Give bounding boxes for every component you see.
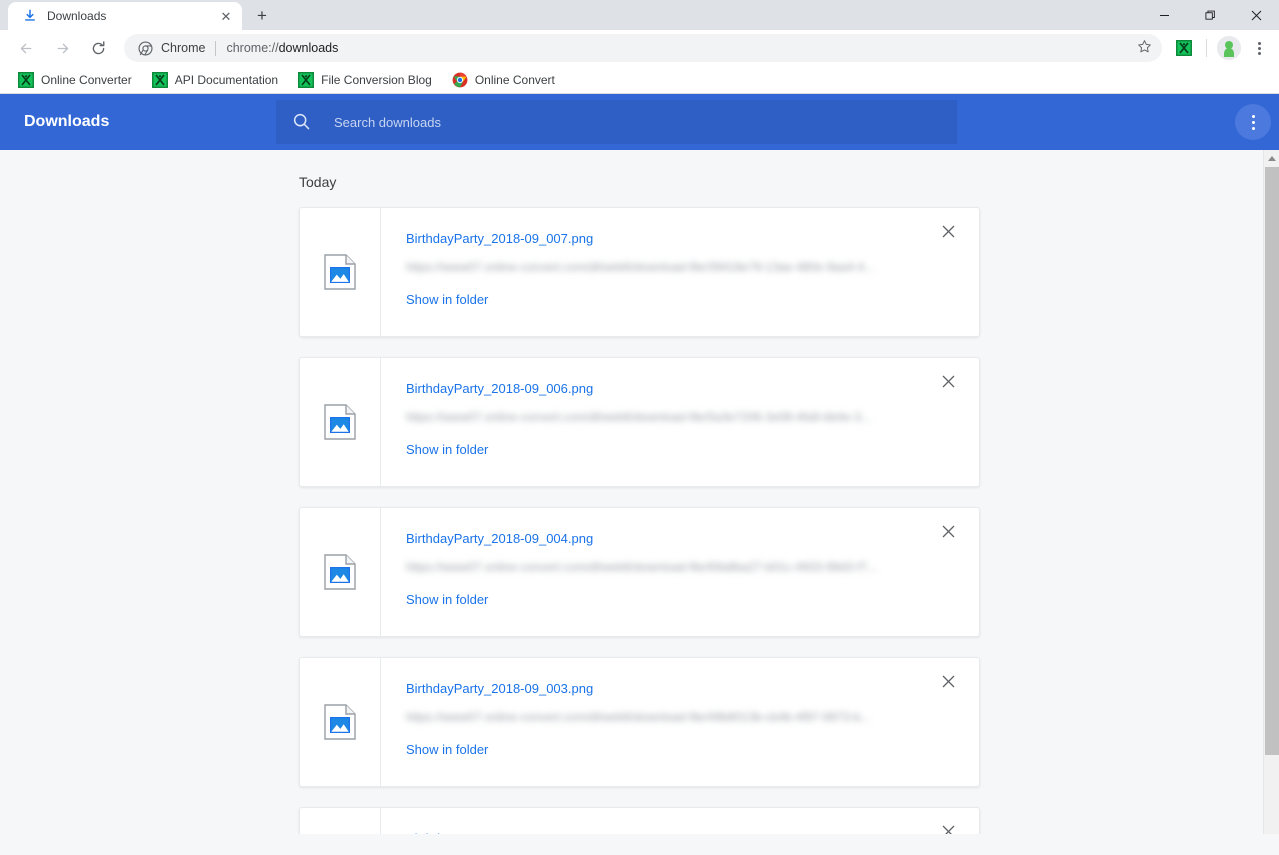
file-name-link[interactable]: BirthdayParty_2018-09_002.png <box>406 831 593 834</box>
bookmark-label: File Conversion Blog <box>321 73 432 87</box>
download-item-body: BirthdayParty_2018-09_006.png https://ww… <box>381 358 979 486</box>
window-close-button[interactable] <box>1233 0 1279 30</box>
show-in-folder-link[interactable]: Show in folder <box>406 742 488 757</box>
download-item-body: BirthdayParty_2018-09_003.png https://ww… <box>381 658 979 786</box>
show-in-folder-link[interactable]: Show in folder <box>406 442 488 457</box>
converter-icon <box>152 72 168 88</box>
file-name-link[interactable]: BirthdayParty_2018-09_006.png <box>406 381 593 396</box>
back-button[interactable] <box>12 34 40 62</box>
bookmark-label: API Documentation <box>175 73 278 87</box>
download-item[interactable]: BirthdayParty_2018-09_006.png https://ww… <box>299 357 980 487</box>
download-item[interactable]: BirthdayParty_2018-09_003.png https://ww… <box>299 657 980 787</box>
remove-download-button[interactable] <box>935 368 961 394</box>
downloads-more-menu-icon[interactable] <box>1235 104 1271 140</box>
download-item-body: BirthdayParty_2018-09_007.png https://ww… <box>381 208 979 336</box>
search-icon <box>292 112 312 132</box>
page-title: Downloads <box>24 113 276 131</box>
tab-title: Downloads <box>47 9 218 23</box>
show-in-folder-link[interactable]: Show in folder <box>406 592 488 607</box>
download-item-body: BirthdayParty_2018-09_004.png https://ww… <box>381 508 979 636</box>
downloads-content: Today BirthdayParty_2018-09_007.png <box>0 150 1279 834</box>
menu-dot <box>1252 127 1255 130</box>
omnibox[interactable]: Chrome chrome://downloads <box>124 34 1162 62</box>
file-source-url: https://www07.online-convert.com/dl/web6… <box>406 560 922 573</box>
menu-dot <box>1252 115 1255 118</box>
converter-extension-icon[interactable] <box>1176 40 1192 56</box>
file-name-link[interactable]: BirthdayParty_2018-09_004.png <box>406 531 593 546</box>
bookmarks-bar: Online Converter API Documentation File … <box>0 66 1279 94</box>
remove-download-button[interactable] <box>935 518 961 544</box>
menu-dot <box>1258 42 1261 45</box>
date-group-label: Today <box>299 174 980 207</box>
bookmark-label: Online Converter <box>41 73 132 87</box>
profile-avatar-icon[interactable] <box>1217 36 1241 60</box>
omnibox-url: chrome://downloads <box>226 41 338 55</box>
window-maximize-button[interactable] <box>1187 0 1233 30</box>
omnibox-divider <box>215 41 216 56</box>
menu-dot <box>1252 121 1255 124</box>
chrome-logo-icon <box>138 41 153 56</box>
download-item-body: BirthdayParty_2018-09_002.png https://ww… <box>381 808 979 834</box>
remove-download-button[interactable] <box>935 668 961 694</box>
file-icon-cell <box>300 658 381 786</box>
omnibox-url-path: downloads <box>279 41 339 55</box>
bookmark-label: Online Convert <box>475 73 555 87</box>
download-item[interactable]: BirthdayParty_2018-09_002.png https://ww… <box>299 807 980 834</box>
omnibox-site-label: Chrome <box>161 41 205 55</box>
bookmark-item-online-converter[interactable]: Online Converter <box>10 69 140 91</box>
scroll-up-arrow-icon[interactable] <box>1264 150 1279 167</box>
downloads-header: Downloads <box>0 94 1279 150</box>
browser-toolbar: Chrome chrome://downloads <box>0 30 1279 66</box>
download-item[interactable]: BirthdayParty_2018-09_004.png https://ww… <box>299 507 980 637</box>
window-controls <box>1141 0 1279 30</box>
tab-close-icon[interactable]: ✕ <box>218 8 234 24</box>
image-file-icon <box>324 704 356 740</box>
file-source-url: https://www07.online-convert.com/dl/web6… <box>406 410 922 423</box>
reload-button[interactable] <box>84 34 112 62</box>
bookmark-item-file-conversion-blog[interactable]: File Conversion Blog <box>290 69 440 91</box>
scrollbar-thumb[interactable] <box>1265 167 1279 755</box>
file-source-url: https://www07.online-convert.com/dl/web6… <box>406 710 922 723</box>
remove-download-button[interactable] <box>935 818 961 834</box>
download-item[interactable]: BirthdayParty_2018-09_007.png https://ww… <box>299 207 980 337</box>
file-icon-cell <box>300 358 381 486</box>
search-bar[interactable] <box>276 100 957 144</box>
image-file-icon <box>324 554 356 590</box>
chrome-menu-icon[interactable] <box>1247 34 1271 62</box>
menu-dot <box>1258 47 1261 50</box>
omnibox-url-scheme: chrome:// <box>226 41 278 55</box>
converter-icon <box>298 72 314 88</box>
converter-icon <box>18 72 34 88</box>
new-tab-button[interactable]: + <box>248 2 276 30</box>
search-input[interactable] <box>334 115 957 130</box>
remove-download-button[interactable] <box>935 218 961 244</box>
browser-tab-downloads[interactable]: Downloads ✕ <box>8 2 242 30</box>
bookmark-star-icon[interactable] <box>1137 39 1152 57</box>
file-source-url: https://www07.online-convert.com/dl/web6… <box>406 260 922 273</box>
image-file-icon <box>324 404 356 440</box>
forward-button[interactable] <box>48 34 76 62</box>
bookmark-item-online-convert[interactable]: Online Convert <box>444 69 563 91</box>
download-arrow-icon <box>22 8 38 24</box>
image-file-icon <box>324 254 356 290</box>
file-name-link[interactable]: BirthdayParty_2018-09_007.png <box>406 231 593 246</box>
chrome-logo-icon <box>452 72 468 88</box>
tab-strip: Downloads ✕ + <box>0 0 1279 30</box>
toolbar-divider <box>1206 39 1207 57</box>
downloads-list: Today BirthdayParty_2018-09_007.png <box>0 150 1279 834</box>
window-minimize-button[interactable] <box>1141 0 1187 30</box>
file-icon-cell <box>300 508 381 636</box>
menu-dot <box>1258 52 1261 55</box>
show-in-folder-link[interactable]: Show in folder <box>406 292 488 307</box>
bookmark-item-api-documentation[interactable]: API Documentation <box>144 69 286 91</box>
file-icon-cell <box>300 808 381 834</box>
file-name-link[interactable]: BirthdayParty_2018-09_003.png <box>406 681 593 696</box>
vertical-scrollbar[interactable] <box>1263 150 1279 834</box>
file-icon-cell <box>300 208 381 336</box>
